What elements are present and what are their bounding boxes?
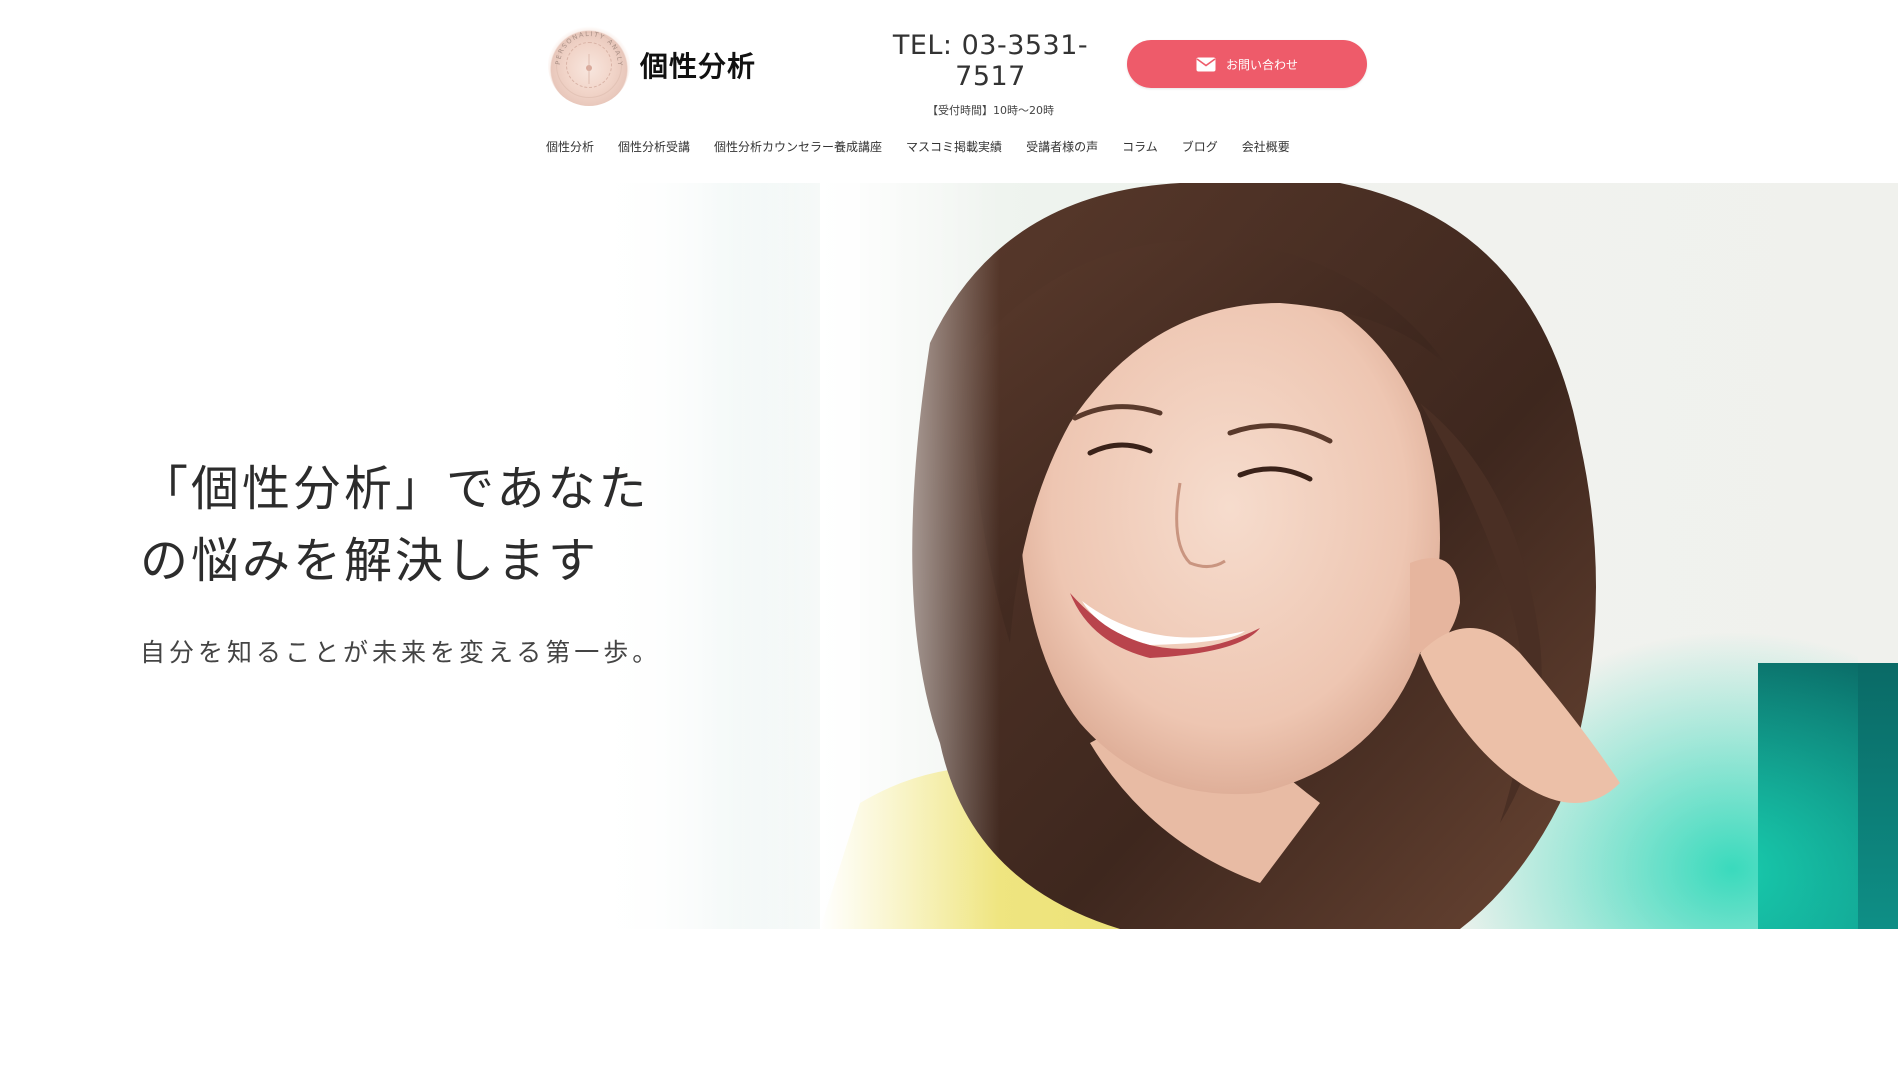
nav-item-testimonials[interactable]: 受講者様の声: [1026, 138, 1098, 155]
contact-button[interactable]: お問い合わせ: [1127, 40, 1367, 88]
nav-item-course[interactable]: 個性分析受講: [618, 138, 690, 155]
business-hours: 【受付時間】10時〜20時: [927, 104, 1054, 117]
svg-text:PERSONALITY ANALYSIS: PERSONALITY ANALYSIS: [548, 24, 624, 67]
contact-info: TEL: 03-3531-7517 【受付時間】10時〜20時: [868, 30, 1113, 118]
brand-name: 個性分析: [640, 50, 757, 83]
hero-portrait-image: [820, 183, 1620, 929]
nav-item-column[interactable]: コラム: [1122, 138, 1158, 155]
nav-item-company[interactable]: 会社概要: [1242, 138, 1290, 155]
nav-item-blog[interactable]: ブログ: [1182, 138, 1218, 155]
hero-title-line2: の悩みを解決します: [140, 533, 600, 589]
nav-item-media[interactable]: マスコミ掲載実績: [906, 138, 1002, 155]
mail-icon: [1196, 57, 1216, 72]
site-logo[interactable]: PERSONALITY ANALYSIS 個性分析: [548, 22, 768, 108]
phone-number[interactable]: TEL: 03-3531-7517: [868, 30, 1113, 92]
hero-title-line1: 「個性分析」であなた: [140, 461, 650, 517]
hero-subtitle: 自分を知ることが未来を変える第一歩。: [140, 638, 662, 667]
nav-item-counselor-training[interactable]: 個性分析カウンセラー養成講座: [714, 138, 882, 155]
contact-button-label: お問い合わせ: [1225, 57, 1298, 72]
site-header: PERSONALITY ANALYSIS 個性分析 TEL: 03-3531-7…: [0, 0, 1898, 183]
main-nav: 個性分析 個性分析受講 個性分析カウンセラー養成講座 マスコミ掲載実績 受講者様…: [546, 134, 1290, 158]
hero-section: 「個性分析」であなた の悩みを解決します 自分を知ることが未来を変える第一歩。: [0, 183, 1898, 929]
logo-emblem-icon: PERSONALITY ANALYSIS: [548, 24, 630, 106]
logo-emblem-text: PERSONALITY ANALYSIS: [548, 24, 623, 67]
hero-copy: 「個性分析」であなた の悩みを解決します 自分を知ることが未来を変える第一歩。: [140, 453, 700, 669]
nav-item-personality-analysis[interactable]: 個性分析: [546, 138, 594, 155]
hero-title: 「個性分析」であなた の悩みを解決します: [140, 453, 700, 597]
